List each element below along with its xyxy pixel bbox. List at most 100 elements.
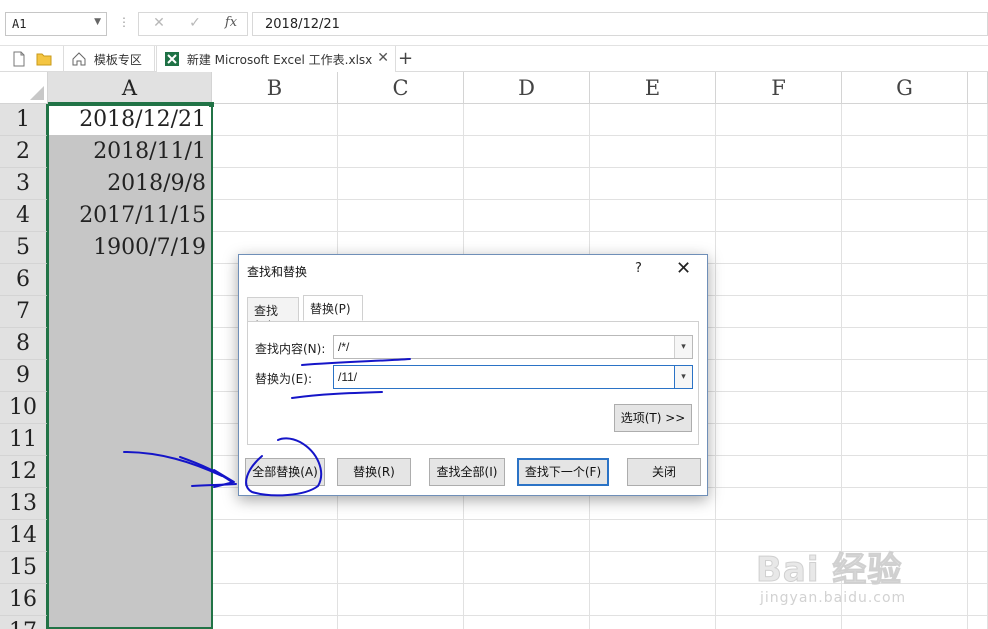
cell[interactable] (716, 168, 842, 200)
cell[interactable] (590, 520, 716, 552)
row-header-11[interactable]: 11 (0, 424, 48, 456)
help-icon[interactable]: ? (635, 261, 642, 276)
cell[interactable] (716, 232, 842, 264)
column-header-b[interactable]: B (212, 72, 338, 104)
tab-replace[interactable]: 替换(P) (303, 295, 363, 321)
cell[interactable] (590, 616, 716, 629)
cell[interactable] (212, 104, 338, 136)
open-folder-icon[interactable] (36, 51, 52, 67)
cell[interactable] (338, 520, 464, 552)
cell[interactable] (842, 232, 968, 264)
confirm-icon[interactable]: ✓ (183, 15, 207, 33)
row-header-14[interactable]: 14 (0, 520, 48, 552)
chevron-down-icon[interactable]: ▾ (674, 366, 692, 388)
replace-with-input[interactable]: /11/ ▾ (333, 365, 693, 389)
cell[interactable] (716, 200, 842, 232)
row-header-12[interactable]: 12 (0, 456, 48, 488)
cell[interactable] (212, 616, 338, 629)
cell[interactable] (590, 584, 716, 616)
close-icon[interactable]: ✕ (676, 258, 691, 279)
cell[interactable] (590, 168, 716, 200)
cell[interactable] (716, 264, 842, 296)
cell[interactable] (464, 520, 590, 552)
add-tab-icon[interactable]: + (398, 48, 413, 69)
cell[interactable] (716, 136, 842, 168)
cell[interactable] (716, 616, 842, 629)
cell[interactable] (464, 136, 590, 168)
cell[interactable] (338, 104, 464, 136)
cell[interactable] (716, 360, 842, 392)
cell[interactable] (968, 616, 988, 629)
cell[interactable] (968, 424, 988, 456)
cell-a2[interactable]: 2018/11/1 (48, 136, 212, 168)
row-header-6[interactable]: 6 (0, 264, 48, 296)
row-header-8[interactable]: 8 (0, 328, 48, 360)
cell[interactable] (842, 200, 968, 232)
cell-a13[interactable] (48, 488, 212, 520)
cell[interactable] (464, 168, 590, 200)
cell[interactable] (212, 552, 338, 584)
row-header-10[interactable]: 10 (0, 392, 48, 424)
cell[interactable] (212, 136, 338, 168)
cell-a6[interactable] (48, 264, 212, 296)
cell[interactable] (716, 424, 842, 456)
cell[interactable] (968, 360, 988, 392)
tab-find[interactable]: 查找(D) (247, 297, 299, 333)
row-header-2[interactable]: 2 (0, 136, 48, 168)
cancel-icon[interactable]: ✕ (147, 15, 171, 33)
cell[interactable] (968, 296, 988, 328)
cell-a3[interactable]: 2018/9/8 (48, 168, 212, 200)
cell[interactable] (968, 264, 988, 296)
cell[interactable] (338, 136, 464, 168)
find-all-button[interactable]: 查找全部(I) (429, 458, 505, 486)
cell[interactable] (968, 136, 988, 168)
column-header-g[interactable]: G (842, 72, 968, 104)
cell[interactable] (842, 168, 968, 200)
cell[interactable] (590, 552, 716, 584)
cell[interactable] (338, 200, 464, 232)
cell[interactable] (842, 456, 968, 488)
cell[interactable] (716, 392, 842, 424)
cell[interactable] (968, 456, 988, 488)
cell[interactable] (842, 328, 968, 360)
cell-a17[interactable] (48, 616, 212, 629)
cell-a7[interactable] (48, 296, 212, 328)
cell-a9[interactable] (48, 360, 212, 392)
row-header-16[interactable]: 16 (0, 584, 48, 616)
fill-handle[interactable] (209, 102, 214, 107)
cell[interactable] (842, 616, 968, 629)
cell[interactable] (716, 328, 842, 360)
close-button[interactable]: 关闭 (627, 458, 701, 486)
new-document-icon[interactable] (11, 51, 27, 67)
replace-all-button[interactable]: 全部替换(A) (245, 458, 325, 486)
cell[interactable] (842, 104, 968, 136)
cell[interactable] (464, 584, 590, 616)
cell[interactable] (464, 616, 590, 629)
cell[interactable] (212, 168, 338, 200)
column-header-d[interactable]: D (464, 72, 590, 104)
cell[interactable] (590, 104, 716, 136)
column-header-c[interactable]: C (338, 72, 464, 104)
cell[interactable] (842, 360, 968, 392)
row-header-1[interactable]: 1 (0, 104, 48, 136)
options-button[interactable]: 选项(T) >> (614, 404, 692, 432)
cell[interactable] (464, 552, 590, 584)
cell-a4[interactable]: 2017/11/15 (48, 200, 212, 232)
name-box[interactable]: A1 ▼ (5, 12, 107, 36)
cell[interactable] (968, 168, 988, 200)
cell[interactable] (968, 232, 988, 264)
cell[interactable] (968, 328, 988, 360)
cell[interactable] (716, 488, 842, 520)
row-header-7[interactable]: 7 (0, 296, 48, 328)
cell[interactable] (968, 488, 988, 520)
row-header-3[interactable]: 3 (0, 168, 48, 200)
cell[interactable] (338, 616, 464, 629)
cell[interactable] (464, 104, 590, 136)
row-header-4[interactable]: 4 (0, 200, 48, 232)
tab-template-zone[interactable]: 模板专区 (63, 46, 155, 72)
chevron-down-icon[interactable]: ▾ (674, 336, 692, 358)
column-header-partial[interactable] (968, 72, 988, 104)
cell[interactable] (212, 520, 338, 552)
cell[interactable] (968, 584, 988, 616)
cell[interactable] (590, 136, 716, 168)
